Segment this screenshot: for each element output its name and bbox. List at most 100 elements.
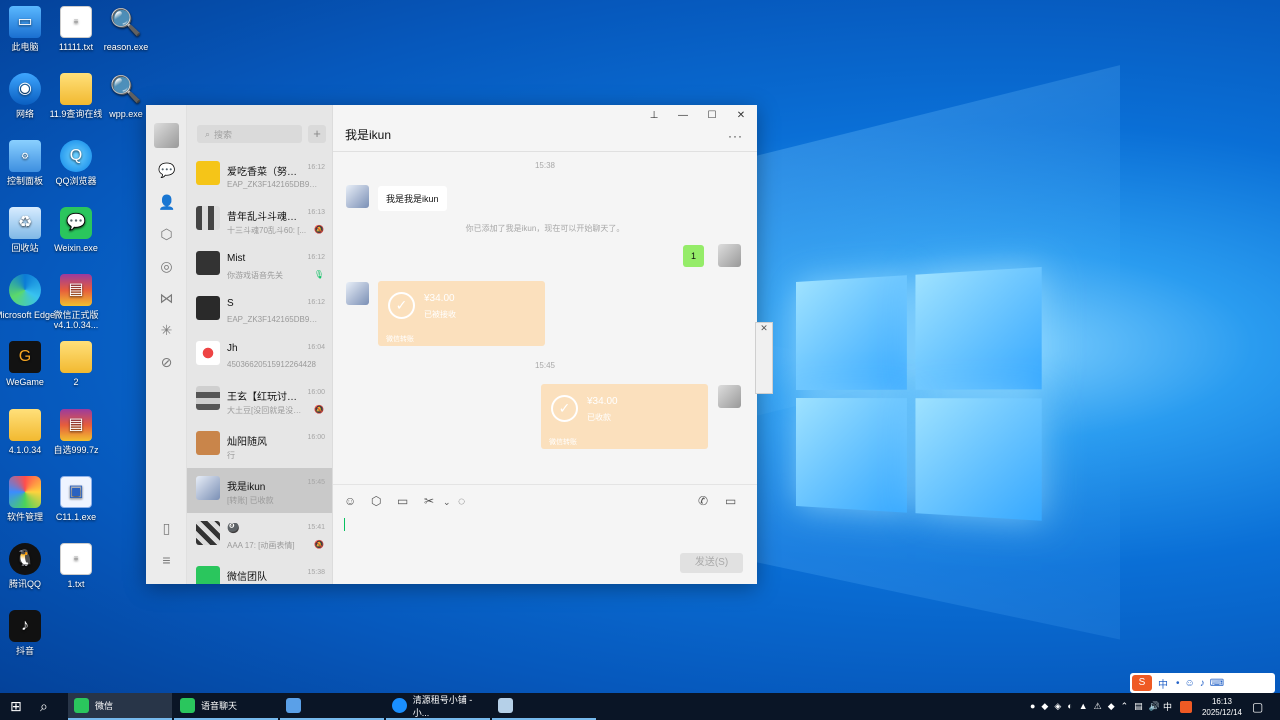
my-avatar[interactable] <box>718 244 741 267</box>
clock[interactable]: 16:13 2025/12/14 <box>1202 696 1242 718</box>
taskbar-app-wechat[interactable]: 微信 <box>68 693 172 720</box>
desktop-icon-weixin-exe[interactable]: 💬 Weixin.exe <box>45 207 107 253</box>
message-input[interactable] <box>344 518 345 531</box>
voice-call-icon[interactable]: ✆ <box>698 494 708 508</box>
conversation-item[interactable]: 微信团队 15:38 <box>187 558 332 584</box>
contact-avatar[interactable] <box>346 282 369 305</box>
ime-indicator[interactable]: 中 <box>1163 693 1172 720</box>
edge-icon <box>9 274 41 306</box>
wegame-icon: G <box>9 341 41 373</box>
conversation-item[interactable]: 灿阳随风 16:00 行 <box>187 423 332 468</box>
conversation-item[interactable]: 🎱 15:41 AAA 17: [动画表情] 🔕 <box>187 513 332 558</box>
magnifier-icon <box>498 698 513 713</box>
desktop-icon-wechat-installer[interactable]: ▤ 微信正式版 v4.1.0.34... <box>45 274 107 330</box>
chevron-down-icon[interactable]: ⌄ <box>443 497 451 508</box>
maximize-button[interactable]: ☐ <box>702 110 722 121</box>
conversation-item-selected[interactable]: 我是ikun 15:45 [转账] 已收款 <box>187 468 332 513</box>
folder-icon <box>60 73 92 105</box>
mini-program-icon[interactable]: ⊘ <box>158 354 175 371</box>
desktop-icon-reason-exe[interactable]: 🔍 reason.exe <box>95 6 157 52</box>
desktop-icon-1-txt[interactable]: ≡ 1.txt <box>45 543 107 589</box>
divider <box>333 151 757 152</box>
desktop-icon-c11-exe[interactable]: ▣ C11.1.exe <box>45 476 107 522</box>
favorites-icon[interactable]: ⬡ <box>158 226 175 243</box>
desktop-icon-qq-browser[interactable]: Q QQ浏览器 <box>45 140 107 186</box>
wechat-icon: 💬 <box>60 207 92 239</box>
favorites-icon[interactable]: ⬡ <box>371 494 381 508</box>
conversation-item[interactable]: 昔年乱斗斗魂技... 16:13 十三斗魂70乱斗60: [... 🔕 <box>187 198 332 243</box>
pin-icon[interactable]: ⊥ <box>644 110 664 121</box>
desktop-icon-folder-2[interactable]: 2 <box>45 341 107 387</box>
taskbar: ⊞ ⌕ 微信 语音聊天 清源租号小铺 - 小... ●◆◈◐▲⚠◆⌃ ▤ 🔊 中… <box>0 693 1280 720</box>
menu-icon[interactable]: ≡ <box>158 552 175 569</box>
conversation-item[interactable]: Jh 16:04 4503662051591226442​8 <box>187 333 332 378</box>
taskbar-app-browser[interactable]: 清源租号小铺 - 小... <box>386 693 490 720</box>
contact-avatar[interactable] <box>346 185 369 208</box>
ime-toolbar[interactable]: S 中 •☺♪⌨ <box>1130 673 1275 693</box>
qq-browser-icon <box>392 698 407 713</box>
sogou-tray-icon[interactable] <box>1180 693 1192 720</box>
send-button[interactable]: 发送(S) <box>680 553 743 573</box>
chat-history-icon[interactable]: ◌ <box>458 494 465 508</box>
close-button[interactable]: ✕ <box>731 110 751 121</box>
my-avatar[interactable] <box>718 385 741 408</box>
search-input[interactable]: ⌕ 搜索 <box>197 125 302 143</box>
taskbar-app-search-tool[interactable] <box>492 693 596 720</box>
conversation-item[interactable]: 爱吃香菜（努力... 16:12 EAP_ZK3F142165DB974... <box>187 153 332 198</box>
channels-icon[interactable]: ⋈ <box>158 290 175 307</box>
desktop-icon-douyin[interactable]: ♪ 抖音 <box>0 610 56 656</box>
my-avatar[interactable] <box>154 123 179 148</box>
conversation-item[interactable]: S 16:12 EAP_ZK3F142165DB974... <box>187 288 332 333</box>
add-button[interactable]: + <box>308 125 326 143</box>
system-tray-icons[interactable]: ●◆◈◐▲⚠◆⌃ ▤ 🔊 <box>1030 693 1166 720</box>
scissors-icon[interactable]: ✂ <box>424 494 434 508</box>
check-circle-icon: ✓ <box>388 292 415 319</box>
mute-icon: 🔕 <box>314 405 324 414</box>
network-icon[interactable]: ▤ <box>1134 701 1149 712</box>
more-options-button[interactable]: ··· <box>728 129 743 143</box>
phone-icon[interactable]: ▯ <box>158 520 175 537</box>
group-avatar <box>196 386 220 410</box>
mute-icon: 🔕 <box>314 225 324 234</box>
ime-tool-icons: •☺♪⌨ <box>1176 677 1230 689</box>
moments-icon[interactable]: ◎ <box>158 258 175 275</box>
desktop-icon-7z-archive[interactable]: ▤ 自选999.7z <box>45 409 107 455</box>
close-icon[interactable]: ✕ <box>756 323 772 334</box>
chat-icon[interactable]: 💬 <box>158 162 175 179</box>
mute-icon: 🔕 <box>314 540 324 549</box>
windows-start-button[interactable]: ⊞ <box>10 693 22 720</box>
wechat-icon <box>74 698 89 713</box>
text-file-icon: ≡ <box>60 6 92 38</box>
tray-app-icons[interactable]: ●◆◈◐▲⚠◆⌃ <box>1030 701 1134 712</box>
group-avatar <box>196 521 220 545</box>
avatar <box>196 431 220 455</box>
taskbar-app-window[interactable] <box>280 693 384 720</box>
minimize-button[interactable]: — <box>673 110 693 121</box>
douyin-icon: ♪ <box>9 610 41 642</box>
taskbar-app-voice-chat[interactable]: 语音聊天 <box>174 693 278 720</box>
folder-icon <box>9 409 41 441</box>
conversation-list: ⌕ 搜索 + 爱吃香菜（努力... 16:12 EAP_ZK3F142165DB9… <box>187 105 333 584</box>
transfer-card[interactable]: ✓ ¥34.00 已收款 微信转账 <box>541 384 708 449</box>
transfer-card[interactable]: ✓ ¥34.00 已被接收 微信转账 <box>378 281 545 346</box>
background-dialog[interactable]: ✕ <box>755 322 773 394</box>
avatar <box>196 161 220 185</box>
video-call-icon[interactable]: ▭ <box>725 494 736 508</box>
outgoing-message: 1 <box>683 245 705 267</box>
contacts-icon[interactable]: 👤 <box>158 194 175 211</box>
software-manager-icon <box>9 476 41 508</box>
app-window-icon <box>286 698 301 713</box>
recycle-bin-icon: ♻ <box>9 207 41 239</box>
qq-browser-icon: Q <box>60 140 92 172</box>
notification-icon[interactable]: ▢ <box>1252 693 1263 720</box>
folder-icon[interactable]: ▭ <box>397 494 408 508</box>
check-circle-icon: ✓ <box>551 395 578 422</box>
conversation-item[interactable]: 王玄【红玩讨论... 16:00 大土豆[没回就是没看... 🔕 <box>187 378 332 423</box>
timestamp: 15:38 <box>534 161 556 170</box>
magnifier-icon: 🔍 <box>109 7 143 37</box>
search-icon[interactable]: ⌕ <box>40 693 48 720</box>
windows-logo-wallpaper <box>796 266 1047 524</box>
emoji-icon[interactable]: ☺ <box>344 494 356 508</box>
conversation-item[interactable]: Mist 16:12 你游戏语音先关 🎙 <box>187 243 332 288</box>
search-discover-icon[interactable]: ✳ <box>158 322 175 339</box>
